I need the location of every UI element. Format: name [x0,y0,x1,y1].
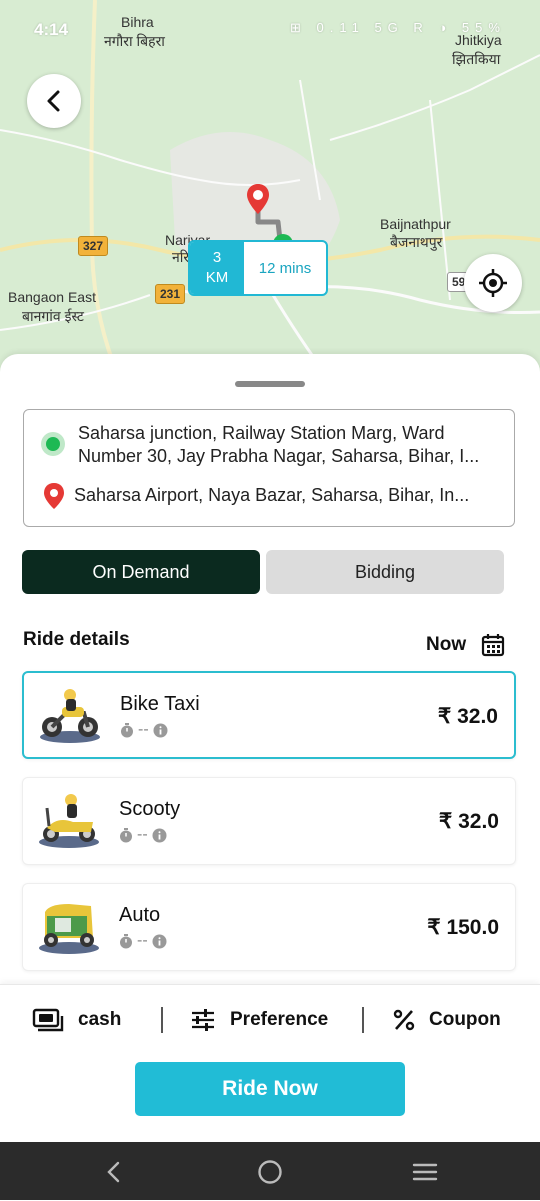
divider [362,1007,364,1033]
coupon-option[interactable]: Coupon [393,1007,501,1033]
ride-meta: -- [119,826,167,844]
nav-home-icon[interactable] [257,1159,283,1185]
percent-icon [393,1009,415,1031]
nav-back-icon[interactable] [104,1160,124,1184]
pickup-row[interactable]: Saharsa junction, Railway Station Marg, … [24,422,514,472]
ride-eta: -- [137,826,148,843]
back-button[interactable] [27,74,81,128]
payment-option[interactable]: cash [32,1007,121,1033]
distance-duration: 12 mins [258,259,312,277]
ride-name: Scooty [119,798,181,820]
coupon-label: Coupon [429,1009,501,1030]
ride-meta: -- [119,932,167,950]
map-label: झितकिया [452,51,501,67]
drop-address: Saharsa Airport, Naya Bazar, Saharsa, Bi… [74,485,470,505]
road-shield: 327 [78,236,109,256]
drag-handle[interactable] [235,381,305,387]
bike-icon [40,689,100,743]
address-box[interactable]: Saharsa junction, Railway Station Marg, … [23,409,515,527]
map-label: नगौरा बिहरा [104,33,165,49]
map-label: नरि [172,249,190,265]
road-shield: 231 [155,284,186,304]
nav-menu-icon[interactable] [412,1160,438,1184]
preference-option[interactable]: Preference [190,1007,328,1033]
cash-icon [32,1008,64,1032]
ride-now-button[interactable]: Ride Now [135,1062,405,1116]
distance-km: 3 KM [190,242,244,294]
ride-details-title: Ride details [23,629,130,650]
sliders-icon [192,1009,214,1031]
ride-meta: -- [120,721,168,739]
distance-km-unit: KM [205,269,229,286]
ride-name: Bike Taxi [120,693,200,715]
schedule-now-label[interactable]: Now [426,634,466,656]
info-icon[interactable] [152,934,167,949]
info-icon[interactable] [152,828,167,843]
drop-row[interactable]: Saharsa Airport, Naya Bazar, Saharsa, Bi… [24,480,514,510]
timer-icon [120,933,132,948]
drop-pin-icon [44,483,64,509]
distance-km-value: 3 [212,249,222,266]
info-icon[interactable] [153,723,168,738]
auto-rickshaw-icon [39,904,99,954]
ride-option-bike-taxi[interactable]: Bike Taxi -- ₹ 32.0 [22,671,516,759]
map-label: Bihra [121,14,154,30]
status-time: 4:14 [34,20,69,39]
pickup-dot-icon [41,432,65,456]
bidding-tab[interactable]: Bidding [266,550,504,594]
ride-price: ₹ 32.0 [438,810,499,833]
drop-pin-icon [247,184,269,214]
ride-name: Auto [119,904,161,926]
calendar-icon[interactable] [481,633,505,657]
timer-icon [120,827,132,842]
route-map[interactable]: 4:14 ⊞ 0.11 5G R ◑ 55% Bihra नगौरा बिहरा… [0,0,540,380]
map-label: बैजनाथपुर [390,234,443,250]
payment-label: cash [78,1009,122,1030]
map-label: Baijnathpur [380,216,451,232]
ride-eta: -- [138,721,149,738]
my-location-button[interactable] [464,254,522,312]
pickup-address: Saharsa junction, Railway Station Marg, … [78,423,480,466]
ride-price: ₹ 150.0 [427,916,499,939]
ride-price: ₹ 32.0 [437,705,498,728]
ride-option-scooty[interactable]: Scooty -- ₹ 32.0 [22,777,516,865]
crosshair-icon [479,269,507,297]
on-demand-tab[interactable]: On Demand [22,550,260,594]
ride-option-auto[interactable]: Auto -- ₹ 150.0 [22,883,516,971]
system-nav-bar [0,1142,540,1200]
chevron-left-icon [47,90,60,112]
map-label: Jhitkiya [455,32,502,48]
scooter-icon [39,794,99,848]
map-label: बानगांव ईस्ट [22,308,84,324]
map-label: Bangaon East [8,289,96,305]
ride-eta: -- [137,932,148,949]
timer-icon [121,722,133,737]
divider [161,1007,163,1033]
preference-label: Preference [230,1009,329,1030]
distance-badge: 3 KM 12 mins [188,240,328,296]
